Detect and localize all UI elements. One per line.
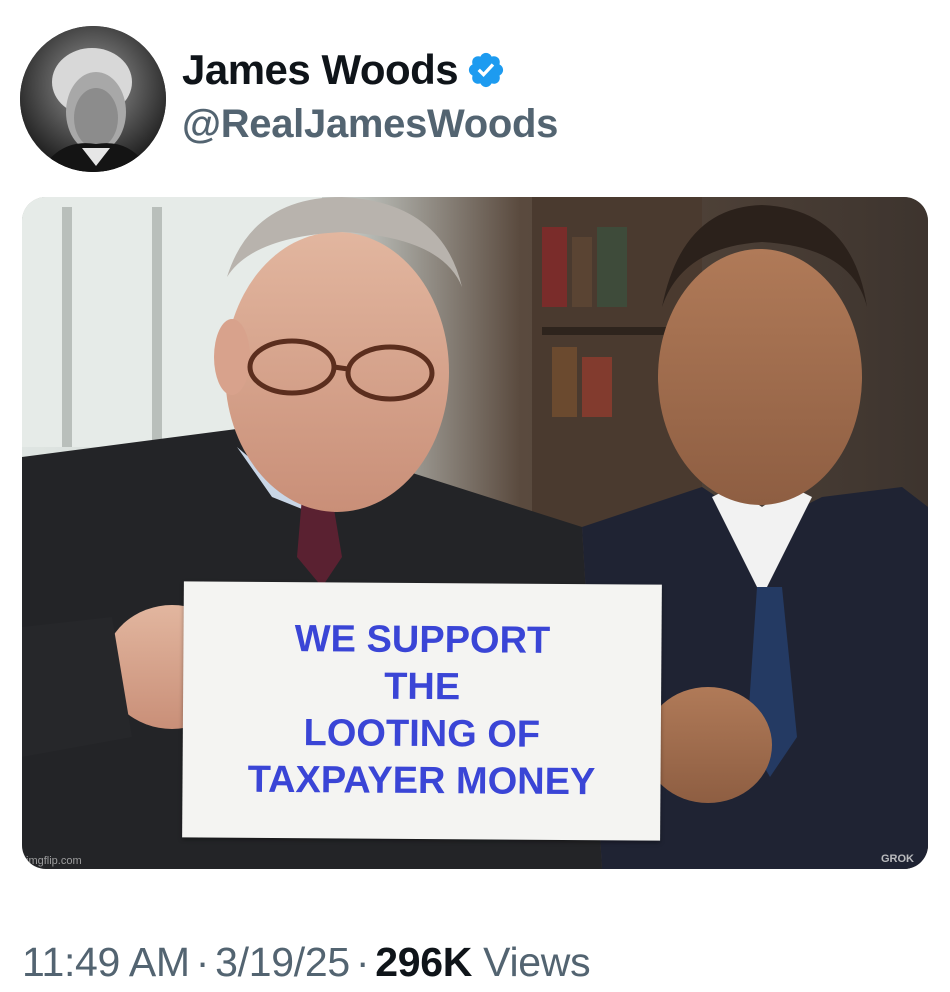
author-handle[interactable]: @RealJamesWoods bbox=[182, 96, 558, 152]
sign-line-4: TAXPAYER MONEY bbox=[247, 758, 596, 804]
views-count[interactable]: 296K bbox=[375, 939, 472, 985]
meta-separator: · bbox=[355, 939, 370, 985]
tweet-time[interactable]: 11:49 AM bbox=[22, 939, 190, 985]
tweet-meta: 11:49 AM · 3/19/25 · 296K Views bbox=[22, 934, 591, 990]
protest-sign: WE SUPPORT THE LOOTING OF TAXPAYER MONEY bbox=[182, 581, 662, 841]
author-avatar[interactable] bbox=[20, 26, 166, 172]
grok-watermark: GROK bbox=[881, 853, 914, 865]
imgflip-watermark: imgflip.com bbox=[26, 855, 82, 867]
verified-badge-icon bbox=[469, 52, 504, 88]
views-label: Views bbox=[483, 939, 591, 985]
sign-line-1: WE SUPPORT bbox=[294, 618, 551, 662]
sign-line-2: THE bbox=[384, 665, 461, 709]
author-name-row[interactable]: James Woods bbox=[182, 44, 558, 96]
tweet-date[interactable]: 3/19/25 bbox=[215, 939, 350, 985]
sign-line-3: LOOTING OF bbox=[303, 712, 541, 756]
author-display-name[interactable]: James Woods bbox=[182, 44, 459, 96]
tweet-media-image[interactable]: WE SUPPORT THE LOOTING OF TAXPAYER MONEY… bbox=[22, 197, 928, 869]
tweet-header: James Woods @RealJamesWoods bbox=[20, 26, 920, 176]
avatar-photo bbox=[20, 26, 166, 172]
meta-separator: · bbox=[195, 939, 210, 985]
